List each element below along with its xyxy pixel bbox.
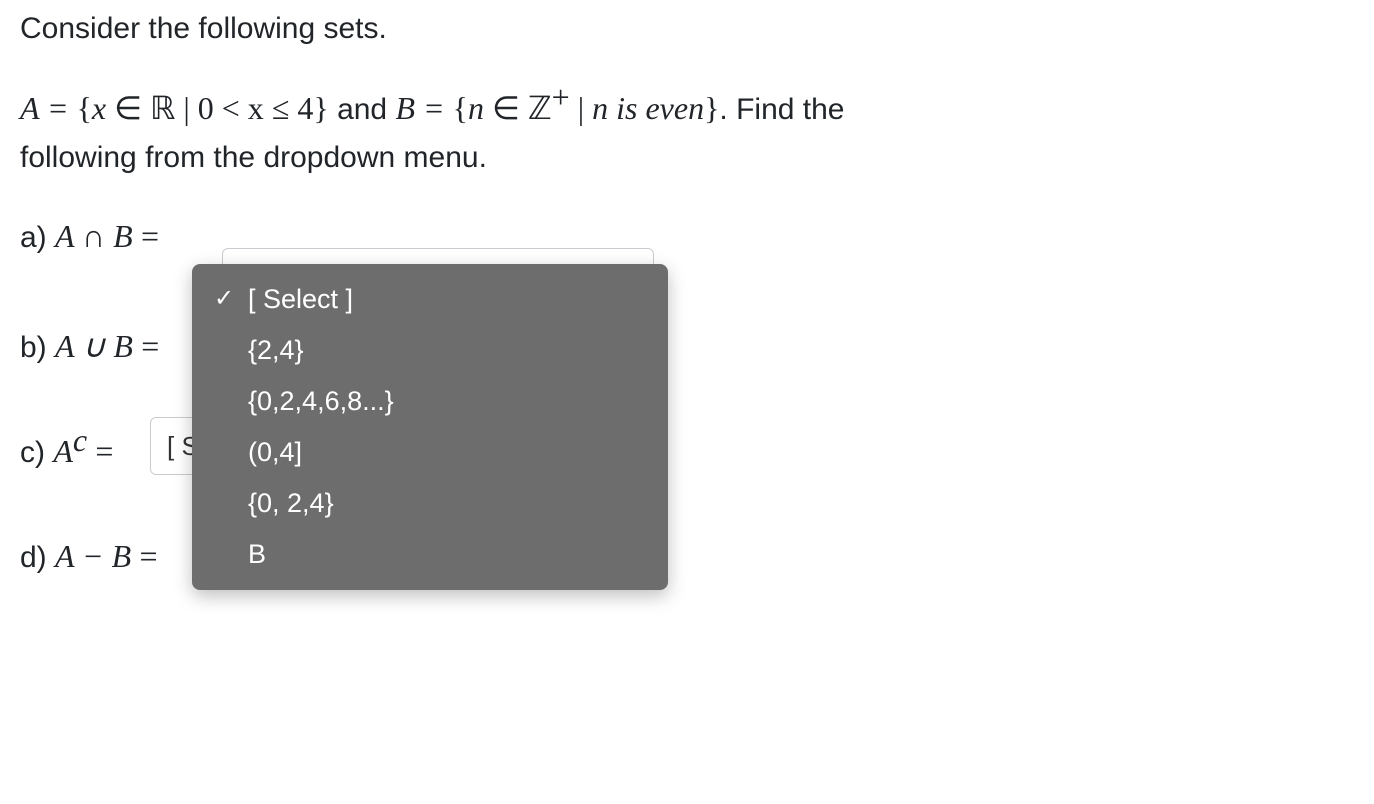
- var-x: x: [92, 90, 106, 126]
- dropdown-option-2[interactable]: {0,2,4,6,8...}: [192, 376, 668, 427]
- dropdown-option-5-label: B: [248, 539, 266, 569]
- qd-prefix: d): [20, 541, 55, 574]
- set-definition: A = {x ∈ ℝ | 0 < x ≤ 4} and B = {n ∈ ℤ+ …: [20, 72, 1354, 182]
- dropdown-option-1[interactable]: {2,4}: [192, 325, 668, 376]
- dropdown-menu-a[interactable]: [ Select ] {2,4} {0,2,4,6,8...} (0,4] {0…: [192, 264, 668, 590]
- dropdown-selected-label: [ Select ]: [248, 284, 353, 314]
- plus-sup: +: [552, 79, 570, 115]
- qc-prefix: c): [20, 436, 53, 469]
- n-even: n is even: [592, 90, 704, 126]
- dropdown-option-3-label: (0,4]: [248, 437, 302, 467]
- qd-expr: A − B: [55, 538, 131, 574]
- in-sym-1: ∈: [106, 90, 150, 126]
- ineq: 0 < x ≤ 4: [198, 90, 314, 126]
- dropdown-option-4[interactable]: {0, 2,4}: [192, 478, 668, 529]
- qb-eq: =: [141, 328, 159, 364]
- qc-sup: c: [73, 422, 87, 458]
- dropdown-selected-option[interactable]: [ Select ]: [192, 274, 668, 325]
- dropdown-option-4-label: {0, 2,4}: [248, 488, 334, 518]
- qa-expr: A ∩ B: [55, 218, 133, 254]
- tail-text: . Find the: [719, 93, 844, 126]
- question-d-label: d) A − B =: [20, 538, 220, 575]
- real-symbol: ℝ: [150, 90, 175, 126]
- dropdown-option-2-label: {0,2,4,6,8...}: [248, 386, 394, 416]
- question-page: Consider the following sets. A = {x ∈ ℝ …: [0, 0, 1374, 804]
- bar-1: |: [175, 90, 197, 126]
- setB-close: }: [704, 90, 719, 126]
- setA-open: {: [77, 90, 92, 126]
- qa-eq: =: [141, 218, 159, 254]
- qb-prefix: b): [20, 331, 55, 364]
- integer-symbol: ℤ: [528, 90, 552, 126]
- B-eq: B =: [395, 90, 452, 126]
- qc-A: A: [53, 433, 73, 469]
- var-n: n: [468, 90, 484, 126]
- dropdown-option-5[interactable]: B: [192, 529, 668, 580]
- setA-close: }: [313, 90, 328, 126]
- question-a-label: a) A ∩ B =: [20, 218, 210, 255]
- dropdown-option-1-label: {2,4}: [248, 335, 304, 365]
- question-c-label: c) Ac =: [20, 422, 150, 470]
- question-a-row: a) A ∩ B =: [20, 218, 1354, 255]
- qa-prefix: a): [20, 221, 55, 254]
- and-text: and: [337, 93, 395, 126]
- setB-open: {: [453, 90, 468, 126]
- intro-text: Consider the following sets.: [20, 12, 1354, 46]
- qb-expr: A ∪ B: [55, 328, 133, 364]
- question-b-label: b) A ∪ B =: [20, 327, 210, 365]
- qc-eq: =: [95, 433, 113, 469]
- bar-2: |: [570, 90, 592, 126]
- A-eq: A =: [20, 90, 77, 126]
- def-line2: following from the dropdown menu.: [20, 141, 487, 174]
- dropdown-option-3[interactable]: (0,4]: [192, 427, 668, 478]
- in-sym-2: ∈: [484, 90, 528, 126]
- qd-eq: =: [139, 538, 157, 574]
